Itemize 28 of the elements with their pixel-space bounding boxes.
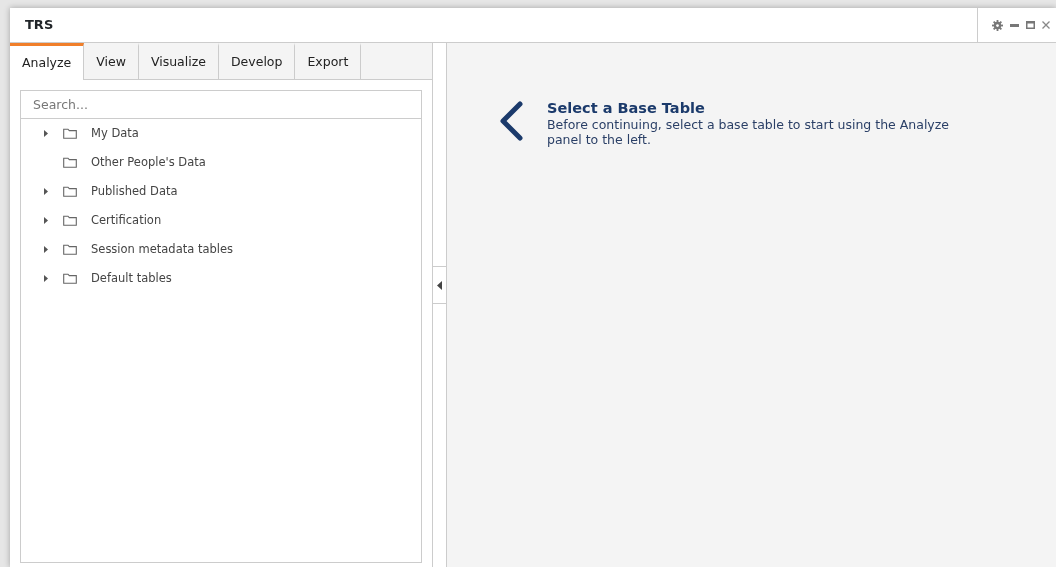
- tab[interactable]: Analyze: [10, 43, 85, 80]
- minimize-icon[interactable]: [1010, 23, 1019, 27]
- tree-item[interactable]: Certification: [91, 211, 162, 230]
- message-title: Select a Base Table: [547, 101, 706, 117]
- settings-icon[interactable]: [992, 19, 1003, 31]
- message-text: Before continuing, select a base table to start using the Analyze panel to the left.: [547, 116, 951, 147]
- tree-item[interactable]: My Data: [91, 124, 139, 143]
- maximize-icon[interactable]: [1026, 21, 1035, 29]
- close-icon[interactable]: [1042, 21, 1050, 29]
- tree-item[interactable]: Session metadata tables: [91, 240, 234, 259]
- tree-item[interactable]: Other People's Data: [91, 153, 206, 172]
- folder-icon: [63, 272, 77, 284]
- folder-icon: [63, 243, 77, 255]
- folder-icon: [63, 127, 77, 139]
- folder-icon: [63, 214, 77, 226]
- collapse-toggle[interactable]: [433, 266, 446, 304]
- expand-arrow-icon[interactable]: [44, 130, 48, 137]
- tree-item[interactable]: Published Data: [91, 182, 178, 201]
- tree-item[interactable]: Default tables: [91, 269, 172, 288]
- folder-icon: [63, 156, 77, 168]
- back-chevron-icon: [499, 101, 523, 141]
- folder-icon: [63, 185, 77, 197]
- collapse-arrow-icon: [437, 280, 442, 290]
- expand-arrow-icon[interactable]: [44, 275, 48, 282]
- expand-arrow-icon[interactable]: [44, 217, 48, 224]
- expand-arrow-icon[interactable]: [44, 246, 48, 253]
- window-title: TRS: [24, 16, 55, 35]
- expand-arrow-icon[interactable]: [44, 188, 48, 195]
